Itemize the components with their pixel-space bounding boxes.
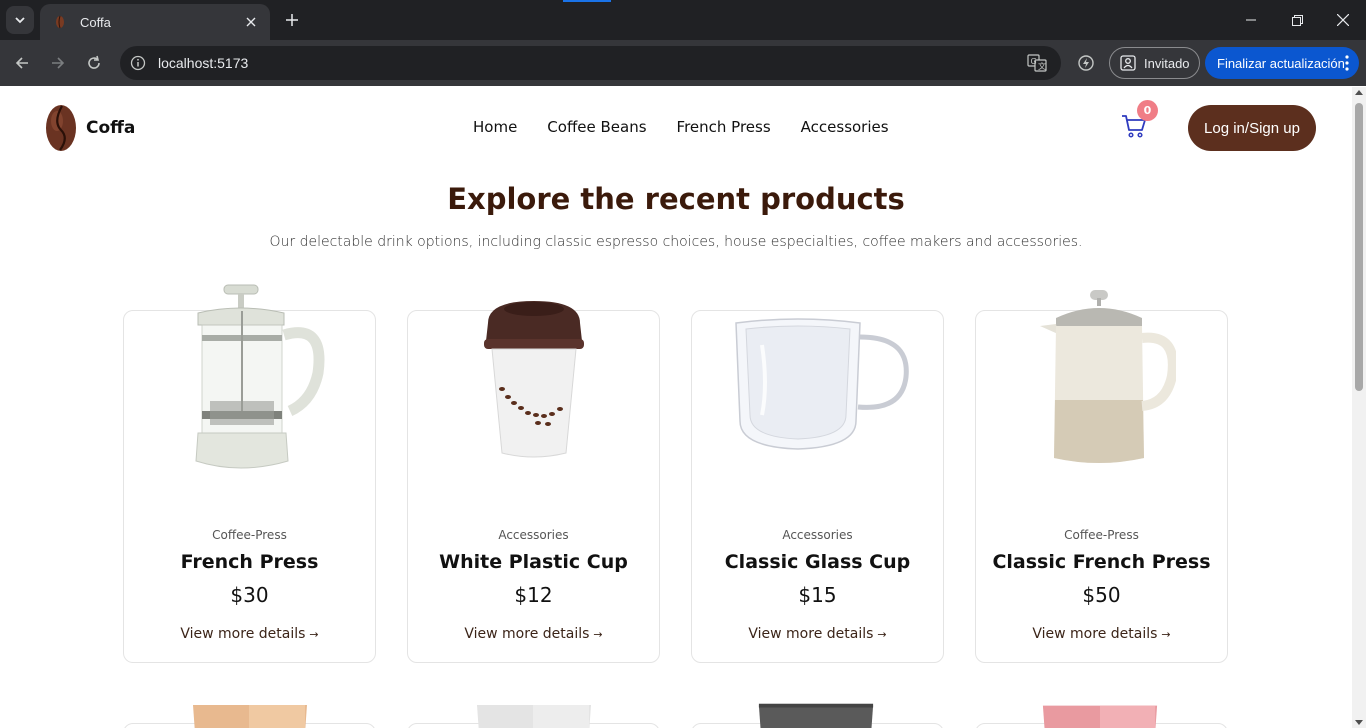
minimize-icon	[1246, 19, 1256, 21]
url-text: localhost:5173	[158, 55, 249, 71]
product-name: White Plastic Cup	[439, 551, 628, 573]
reload-icon	[88, 55, 100, 69]
restore-button[interactable]	[1274, 0, 1320, 40]
forward-button[interactable]	[44, 49, 72, 77]
page-subtitle: Our delectable drink options, including …	[269, 234, 1083, 250]
reload-button[interactable]	[80, 49, 108, 77]
view-details-label: View more details	[180, 626, 306, 642]
performance-icon[interactable]	[1074, 51, 1098, 75]
cart-count-badge: 0	[1137, 100, 1158, 121]
close-window-button[interactable]	[1320, 0, 1366, 40]
page-title: Explore the recent products	[447, 182, 905, 216]
page-scrollbar[interactable]	[1352, 87, 1366, 728]
product-name: Classic Glass Cup	[724, 551, 911, 573]
product-price: $12	[514, 583, 553, 607]
nav-french-press[interactable]: French Press	[677, 118, 771, 136]
view-details-link[interactable]: View more details →	[976, 626, 1227, 642]
arrow-left-icon	[15, 57, 28, 69]
guest-label: Invitado	[1144, 55, 1190, 71]
new-tab-button[interactable]	[280, 8, 304, 32]
coffee-bag-image[interactable]	[475, 703, 593, 728]
close-tab-icon[interactable]	[242, 13, 260, 31]
back-button[interactable]	[8, 49, 36, 77]
brand-name[interactable]: Coffa	[86, 118, 135, 138]
arrow-right-icon: →	[309, 628, 319, 641]
finish-update-button[interactable]: Finalizar actualización	[1205, 47, 1359, 79]
view-details-label: View more details	[748, 626, 874, 642]
scroll-down-icon[interactable]	[1355, 720, 1363, 725]
close-icon	[1337, 14, 1349, 26]
french-press-image[interactable]	[190, 283, 325, 477]
product-category: Coffee-Press	[212, 528, 287, 542]
restore-icon	[1291, 14, 1303, 26]
site-info-icon[interactable]	[130, 55, 146, 71]
arrow-right-icon: →	[877, 628, 887, 641]
more-menu-icon[interactable]	[1345, 55, 1349, 71]
view-details-link[interactable]: View more details →	[692, 626, 943, 642]
browser-tabstrip: Coffa	[0, 0, 1366, 40]
update-label: Finalizar actualización	[1217, 55, 1345, 71]
svg-text:G: G	[1031, 57, 1037, 66]
nav-coffee-beans[interactable]: Coffee Beans	[547, 118, 646, 136]
coffee-bean-favicon-icon	[52, 14, 68, 30]
scroll-up-icon[interactable]	[1355, 90, 1363, 95]
translate-icon[interactable]: G文	[1027, 53, 1047, 73]
product-name: Classic French Press	[992, 551, 1211, 573]
tab-title: Coffa	[80, 14, 111, 30]
browser-tab[interactable]: Coffa	[40, 4, 270, 40]
view-details-label: View more details	[464, 626, 590, 642]
product-price: $30	[230, 583, 269, 607]
main-nav: Home Coffee Beans French Press Accessori…	[473, 118, 889, 136]
product-price: $50	[1082, 583, 1121, 607]
guest-profile-button[interactable]: Invitado	[1109, 47, 1200, 79]
guest-profile-icon	[1120, 55, 1136, 71]
classic-glass-cup-image[interactable]	[732, 315, 912, 455]
chevron-down-icon	[15, 17, 25, 24]
tab-search-button[interactable]	[6, 6, 34, 34]
address-bar[interactable]: localhost:5173 G文	[120, 46, 1061, 80]
classic-french-press-image[interactable]	[1036, 290, 1176, 468]
product-name: French Press	[180, 551, 319, 573]
tabstrip-accent	[563, 0, 611, 2]
login-signup-button[interactable]: Log in/Sign up	[1188, 105, 1316, 151]
product-price: $15	[798, 583, 837, 607]
coffee-bag-image[interactable]	[191, 703, 309, 728]
view-details-label: View more details	[1032, 626, 1158, 642]
arrow-right-icon: →	[593, 628, 603, 641]
arrow-right-icon	[52, 57, 65, 69]
white-plastic-cup-image[interactable]	[478, 297, 590, 461]
browser-toolbar: localhost:5173 G文 Invitado Finalizar act…	[0, 40, 1366, 86]
nav-home[interactable]: Home	[473, 118, 517, 136]
plus-icon	[286, 14, 298, 26]
page-viewport: Coffa Home Coffee Beans French Press Acc…	[0, 87, 1352, 728]
minimize-button[interactable]	[1228, 0, 1274, 40]
coffee-bean-logo-icon[interactable]	[44, 104, 78, 152]
view-details-link[interactable]: View more details →	[408, 626, 659, 642]
scrollbar-thumb[interactable]	[1355, 103, 1363, 391]
coffee-bag-image[interactable]	[1041, 703, 1159, 728]
product-category: Accessories	[498, 528, 569, 542]
svg-text:文: 文	[1038, 61, 1046, 71]
product-category: Accessories	[782, 528, 853, 542]
view-details-link[interactable]: View more details →	[124, 626, 375, 642]
coffee-bag-image[interactable]	[757, 703, 875, 728]
product-category: Coffee-Press	[1064, 528, 1139, 542]
arrow-right-icon: →	[1161, 628, 1171, 641]
nav-accessories[interactable]: Accessories	[801, 118, 889, 136]
